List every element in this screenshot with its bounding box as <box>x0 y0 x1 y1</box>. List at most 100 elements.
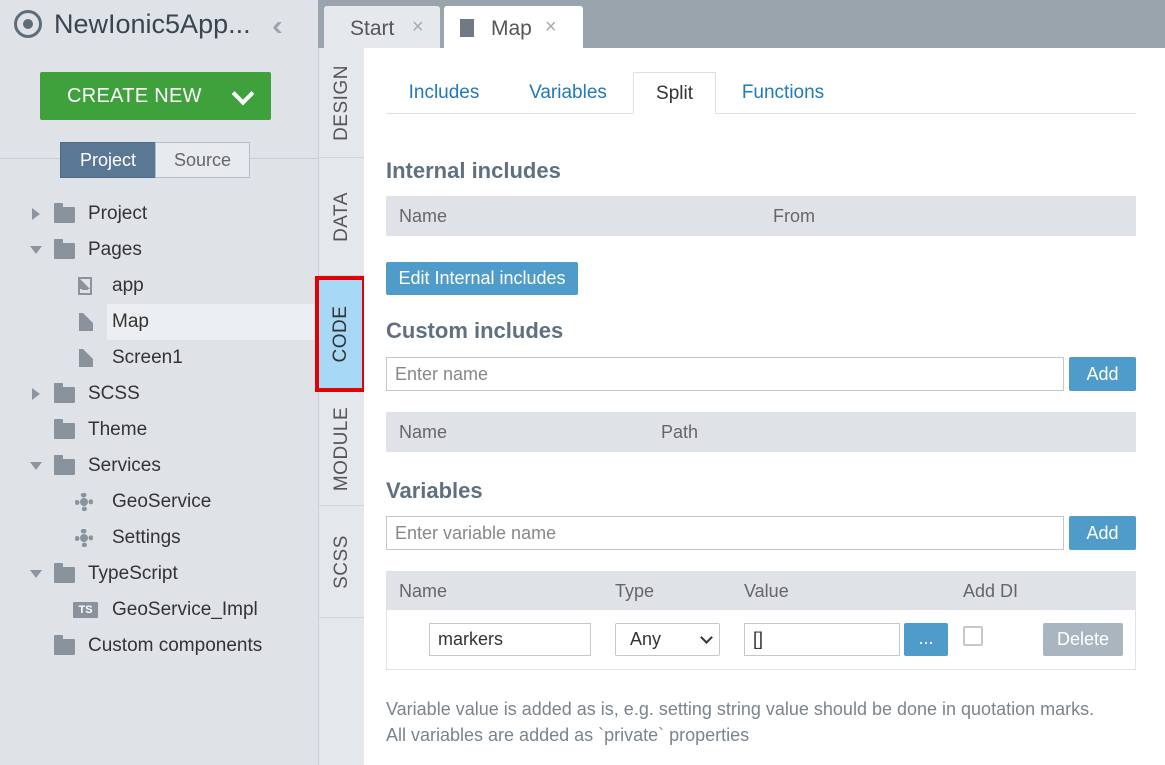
create-new-button[interactable]: CREATE NEW <box>40 72 271 120</box>
tree-item-map[interactable]: Map <box>0 304 318 340</box>
folder-icon <box>54 635 75 655</box>
add-custom-include-button[interactable]: Add <box>1069 357 1136 391</box>
folder-icon <box>54 419 75 439</box>
tree-item-settings[interactable]: Settings <box>0 520 318 556</box>
note-line: All variables are added as `private` pro… <box>386 725 750 745</box>
tree-item-label: Theme <box>88 419 148 440</box>
tree-item-label: GeoService_Impl <box>112 599 258 620</box>
tree-item-label: TypeScript <box>88 563 178 584</box>
vtab-design[interactable]: DESIGN <box>319 48 365 158</box>
tree-item-label: Pages <box>88 239 142 260</box>
collapse-panel-icon[interactable]: ‹‹ <box>272 10 282 42</box>
close-icon[interactable]: × <box>412 16 424 39</box>
vtab-label: MODULE <box>331 406 352 491</box>
variable-name-field[interactable] <box>429 623 591 656</box>
tree-item-label: Screen1 <box>112 347 183 368</box>
select-value: Any <box>630 629 662 649</box>
project-panel: NewIonic5App... ‹‹ CREATE NEW Project So… <box>0 0 318 765</box>
ionic-logo-icon <box>14 10 42 38</box>
vtab-scss[interactable]: SCSS <box>319 506 365 618</box>
tab-split[interactable]: Split <box>633 72 716 114</box>
tab-variables[interactable]: Variables <box>508 72 628 114</box>
tree-item-scss[interactable]: SCSS <box>0 376 318 412</box>
editor-mode-tabs: DESIGN DATA CODE MODULE SCSS <box>315 48 366 765</box>
tree-item-theme[interactable]: Theme <box>0 412 318 448</box>
collapse-arrow-icon[interactable] <box>30 246 42 254</box>
tree-item-label: GeoService <box>112 491 212 512</box>
project-toggle[interactable]: Project <box>60 142 156 178</box>
tree-item-label: Services <box>88 455 161 476</box>
chevron-down-icon[interactable] <box>230 84 256 106</box>
collapse-arrow-icon[interactable] <box>30 570 42 578</box>
tree-item-app[interactable]: app <box>0 268 318 304</box>
tab-map[interactable]: Map × <box>444 6 583 48</box>
folder-icon <box>54 383 75 403</box>
file-icon <box>79 349 93 367</box>
expand-arrow-icon[interactable] <box>32 388 40 400</box>
tree-item-services[interactable]: Services <box>0 448 318 484</box>
tree-item-custom-components[interactable]: Custom components <box>0 628 318 664</box>
chevron-down-icon <box>700 631 713 644</box>
folder-icon <box>54 203 75 223</box>
delete-variable-button[interactable]: Delete <box>1043 623 1123 656</box>
vtab-code[interactable]: CODE <box>315 276 366 392</box>
column-header-value: Value <box>744 581 789 601</box>
file-icon <box>460 19 474 37</box>
source-toggle[interactable]: Source <box>155 142 250 178</box>
add-variable-button[interactable]: Add <box>1069 516 1136 550</box>
close-icon[interactable]: × <box>545 16 557 39</box>
page-file-icon <box>78 277 92 295</box>
create-new-label: CREATE NEW <box>67 85 202 107</box>
code-panel: Includes Variables Split Functions Inter… <box>364 48 1165 765</box>
vtab-data[interactable]: DATA <box>319 158 365 276</box>
custom-includes-table-header: Name Path <box>386 412 1136 452</box>
variables-table-header: Name Type Value Add DI <box>386 571 1136 611</box>
expand-arrow-icon[interactable] <box>32 208 40 220</box>
table-row: Any ... Delete <box>386 610 1136 670</box>
variables-title: Variables <box>386 478 483 503</box>
tree-item-project[interactable]: Project <box>0 196 318 232</box>
tree-item-label: Settings <box>112 527 181 548</box>
tab-functions[interactable]: Functions <box>722 72 844 114</box>
vtab-label: SCSS <box>331 534 352 589</box>
tree-item-label: Custom components <box>88 635 263 656</box>
vtab-label: CODE <box>329 305 351 362</box>
code-subtabs: Includes Variables Split Functions <box>386 72 1136 114</box>
tree-item-typescript[interactable]: TypeScript <box>0 556 318 592</box>
tab-label: Start <box>350 17 395 40</box>
tree-item-screen1[interactable]: Screen1 <box>0 340 318 376</box>
tree-item-geoservice-impl[interactable]: TS GeoService_Impl <box>0 592 318 628</box>
custom-includes-title: Custom includes <box>386 318 564 343</box>
tree-item-pages[interactable]: Pages <box>0 232 318 268</box>
tree-item-label: SCSS <box>88 383 140 404</box>
folder-icon <box>54 455 75 475</box>
vtab-label: DATA <box>331 191 352 242</box>
column-header-name: Name <box>399 422 448 442</box>
column-header-path: Path <box>661 422 699 442</box>
collapse-arrow-icon[interactable] <box>30 462 42 470</box>
app-header: NewIonic5App... ‹‹ <box>0 0 318 50</box>
column-header-from: From <box>773 206 815 226</box>
add-di-checkbox[interactable] <box>963 626 983 646</box>
column-header-add-di: Add DI <box>963 581 1019 601</box>
edit-value-button[interactable]: ... <box>904 623 948 656</box>
column-header-name: Name <box>399 206 448 226</box>
vtab-module[interactable]: MODULE <box>319 392 365 506</box>
variable-name-input[interactable] <box>386 516 1064 550</box>
tab-includes[interactable]: Includes <box>386 72 502 114</box>
column-header-name: Name <box>399 581 448 601</box>
tab-label: Map <box>491 17 532 40</box>
variable-type-select[interactable]: Any <box>615 623 720 656</box>
vtab-label: DESIGN <box>331 64 352 141</box>
internal-includes-table-header: Name From <box>386 196 1136 236</box>
app-title: NewIonic5App... <box>54 9 251 39</box>
edit-internal-includes-button[interactable]: Edit Internal includes <box>386 262 578 295</box>
tree-item-label: Map <box>112 311 149 332</box>
custom-include-name-input[interactable] <box>386 357 1064 391</box>
tree-item-geoservice[interactable]: GeoService <box>0 484 318 520</box>
tree-item-label: app <box>112 275 144 296</box>
folder-icon <box>54 563 75 583</box>
variable-value-field[interactable] <box>744 623 900 656</box>
typescript-icon: TS <box>73 602 98 618</box>
tab-start[interactable]: Start × <box>324 6 440 48</box>
